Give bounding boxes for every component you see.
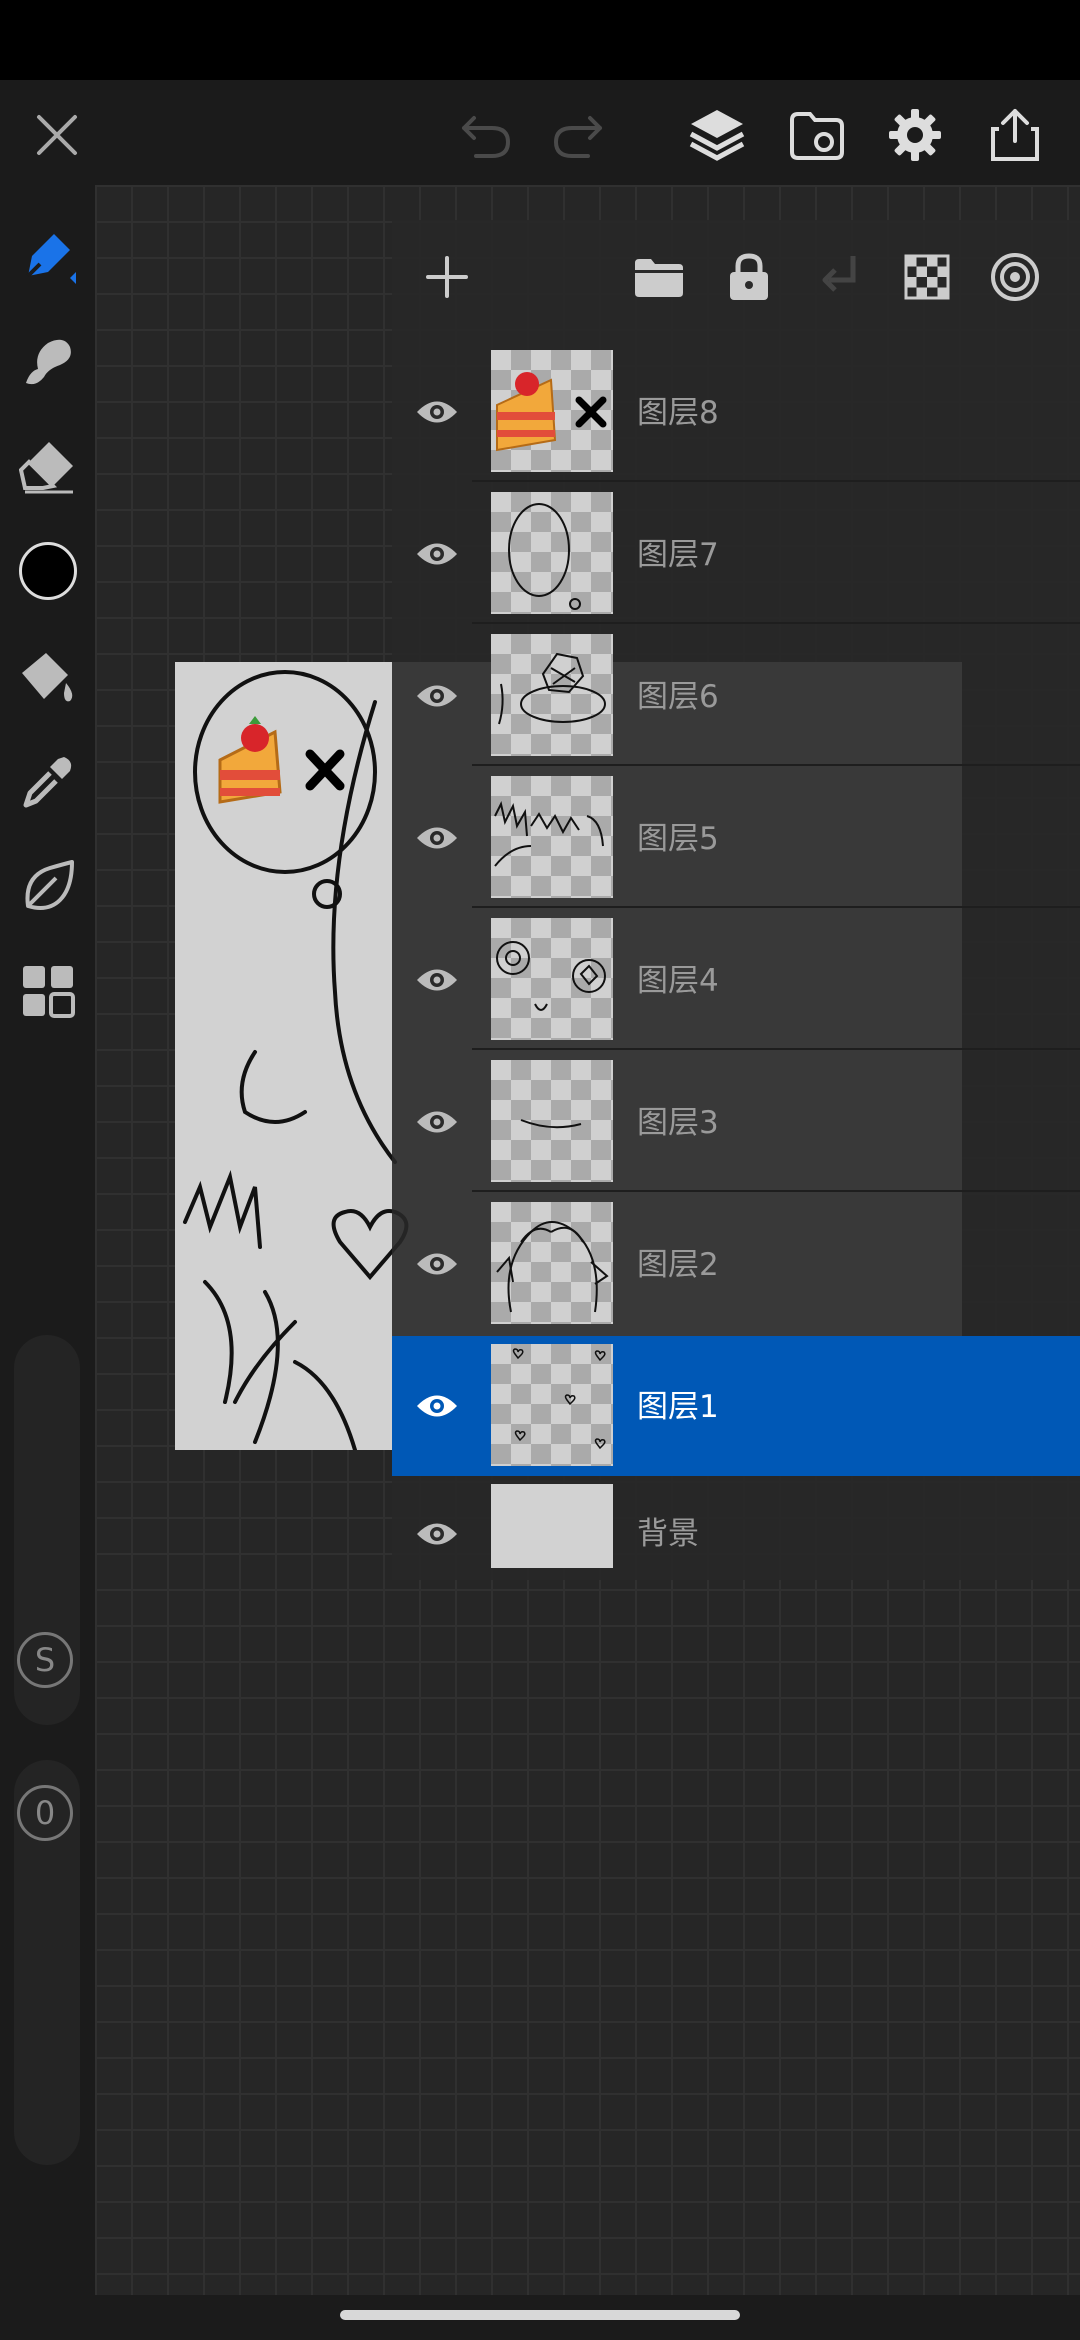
eye-icon[interactable] [412,1512,462,1556]
layer-row[interactable]: 图层2 [392,1194,1080,1334]
close-icon[interactable] [22,100,92,170]
pen-tool-icon[interactable] [12,220,84,292]
shape-tool-icon[interactable] [12,850,84,922]
transparency-icon[interactable] [892,242,962,312]
settings-icon[interactable] [880,100,950,170]
layer-name: 背景 [637,1516,699,1552]
status-bar [0,0,1080,80]
size-label-text: S [34,1641,56,1679]
divider [472,764,1080,766]
eye-icon[interactable] [412,1100,462,1144]
layer-thumbnail [491,1202,613,1324]
merge-down-icon[interactable] [804,242,874,312]
current-color-swatch [19,542,77,600]
cake-sticker [218,716,282,804]
folder-icon[interactable] [624,242,694,312]
layer-row-selected[interactable]: 图层1 [392,1336,1080,1476]
eye-icon[interactable] [412,674,462,718]
lock-icon[interactable] [714,242,784,312]
fill-tool-icon[interactable] [12,640,84,712]
layer-name: 图层3 [637,1105,719,1141]
layer-name: 图层1 [637,1389,719,1425]
layers-panel-toolbar [392,220,1080,335]
layers-panel: 图层8 图层7 图层6 图层5 图层4 图层3 图层2 图层1 背景 [392,220,1080,1580]
color-swatch[interactable] [12,535,84,607]
layer-thumbnail [491,1344,613,1466]
clipping-icon[interactable] [980,242,1050,312]
layer-name: 图层5 [637,821,719,857]
layer-row[interactable]: 图层6 [392,626,1080,766]
layer-row[interactable]: 图层8 [392,342,1080,482]
layer-thumbnail [491,1060,613,1182]
add-icon[interactable] [412,242,482,312]
eye-icon[interactable] [412,1242,462,1286]
undo-icon[interactable] [452,100,522,170]
layer-thumbnail [491,918,613,1040]
eye-icon[interactable] [412,532,462,576]
layer-row[interactable]: 图层7 [392,484,1080,624]
share-icon[interactable] [980,100,1050,170]
grid-tool-icon[interactable] [12,955,84,1027]
divider [472,906,1080,908]
opacity-label-text: 0 [34,1794,56,1832]
layer-name: 图层6 [637,679,719,715]
eye-icon[interactable] [412,958,462,1002]
layer-thumbnail [491,1484,613,1568]
layer-thumbnail [491,634,613,756]
layer-name: 图层4 [637,963,719,999]
divider [472,480,1080,482]
top-toolbar [0,80,1080,185]
opacity-label: 0 [17,1785,73,1841]
layer-row[interactable]: 图层3 [392,1052,1080,1192]
size-label: S [17,1632,73,1688]
layer-name: 图层2 [637,1247,719,1283]
reference-icon[interactable] [782,100,852,170]
layer-name: 图层8 [637,395,719,431]
layer-thumbnail [491,776,613,898]
eye-icon[interactable] [412,390,462,434]
eyedropper-tool-icon[interactable] [12,745,84,817]
layer-row[interactable]: 图层4 [392,910,1080,1050]
layer-thumbnail [491,350,613,472]
divider [472,622,1080,624]
home-indicator[interactable] [340,2310,740,2320]
redo-icon[interactable] [542,100,612,170]
layer-row[interactable]: 图层5 [392,768,1080,908]
layers-icon[interactable] [682,100,752,170]
smudge-tool-icon[interactable] [12,325,84,397]
layer-thumbnail [491,492,613,614]
eye-icon[interactable] [412,1384,462,1428]
divider [472,1048,1080,1050]
layer-row-background[interactable]: 背景 [392,1478,1080,1588]
eraser-tool-icon[interactable] [12,430,84,502]
divider [472,1190,1080,1192]
layer-name: 图层7 [637,537,719,573]
eye-icon[interactable] [412,816,462,860]
